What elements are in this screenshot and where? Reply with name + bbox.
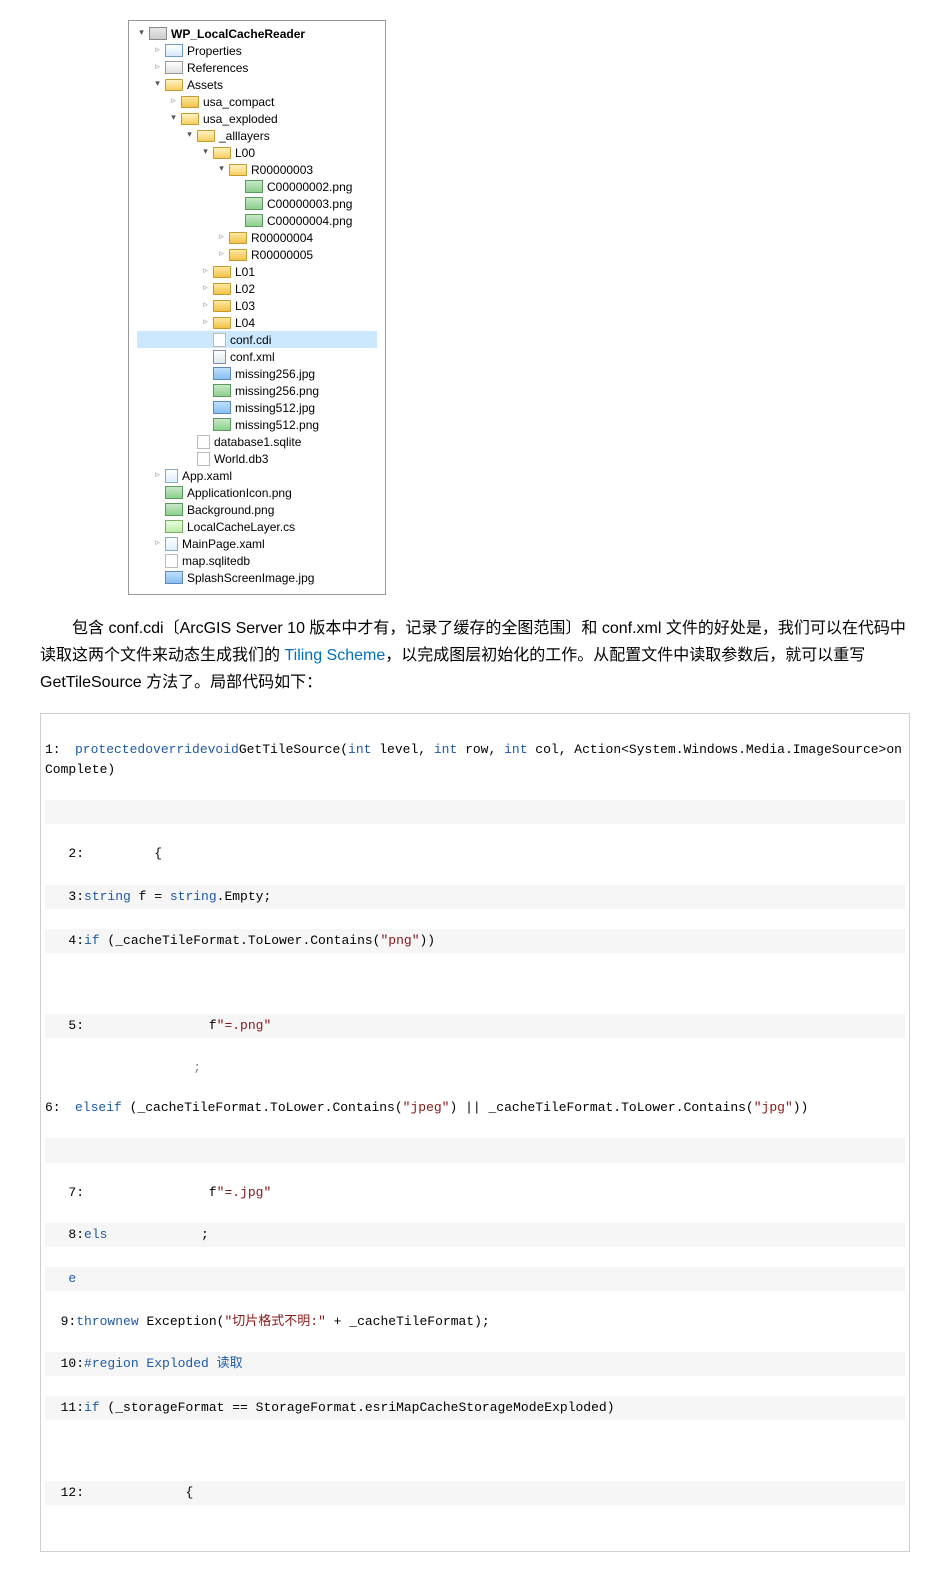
image-icon [245,197,263,210]
image-icon [213,401,231,414]
project-icon [149,27,167,40]
tree-folder[interactable]: L04 [137,314,377,331]
tree-properties[interactable]: Properties [137,42,377,59]
code-block: 1:protectedoverridevoidGetTileSource(int… [40,713,910,1552]
image-icon [213,418,231,431]
file-icon [197,435,210,449]
folder-icon [213,283,231,295]
tree-file[interactable]: conf.xml [137,348,377,365]
folder-icon [213,317,231,329]
tree-file[interactable]: C00000004.png [137,212,377,229]
image-icon [165,503,183,516]
tree-folder[interactable]: L03 [137,297,377,314]
file-icon [165,554,178,568]
file-icon [197,452,210,466]
tree-file[interactable]: missing512.jpg [137,399,377,416]
tree-file[interactable]: missing256.png [137,382,377,399]
tree-folder[interactable]: R00000005 [137,246,377,263]
tree-folder[interactable]: L02 [137,280,377,297]
tree-file[interactable]: SplashScreenImage.jpg [137,569,377,586]
tree-folder[interactable]: usa_compact [137,93,377,110]
tree-file[interactable]: map.sqlitedb [137,552,377,569]
wrench-icon [165,44,183,57]
file-icon [213,333,226,347]
csharp-icon [165,520,183,533]
image-icon [245,214,263,227]
tree-file[interactable]: missing256.jpg [137,365,377,382]
folder-icon [197,130,215,142]
folder-icon [213,300,231,312]
tree-file[interactable]: Background.png [137,501,377,518]
solution-explorer: WP_LocalCacheReader Properties Reference… [128,20,386,595]
tree-folder[interactable]: L01 [137,263,377,280]
image-icon [165,571,183,584]
tree-file[interactable]: ApplicationIcon.png [137,484,377,501]
xaml-icon [165,469,178,483]
tree-file[interactable]: C00000003.png [137,195,377,212]
folder-icon [181,113,199,125]
tree-folder[interactable]: R00000003 [137,161,377,178]
image-icon [213,384,231,397]
tree-folder[interactable]: R00000004 [137,229,377,246]
tree-folder[interactable]: L00 [137,144,377,161]
folder-icon [229,232,247,244]
tree-assets-folder[interactable]: Assets [137,76,377,93]
xaml-icon [165,537,178,551]
folder-icon [213,147,231,159]
article-paragraph: 包含 conf.cdi〔ArcGIS Server 10 版本中才有，记录了缓存… [40,615,910,697]
tree-folder[interactable]: _alllayers [137,127,377,144]
tree-file[interactable]: World.db3 [137,450,377,467]
folder-icon [229,164,247,176]
tree-file[interactable]: database1.sqlite [137,433,377,450]
tree-file-selected[interactable]: conf.cdi [137,331,377,348]
folder-icon [181,96,199,108]
folder-icon [213,266,231,278]
image-icon [245,180,263,193]
references-icon [165,61,183,74]
tree-folder[interactable]: usa_exploded [137,110,377,127]
tree-file[interactable]: LocalCacheLayer.cs [137,518,377,535]
xml-icon [213,350,226,364]
tree-references[interactable]: References [137,59,377,76]
tree-project-root[interactable]: WP_LocalCacheReader [137,25,377,42]
project-name: WP_LocalCacheReader [171,27,305,41]
tree-file[interactable]: missing512.png [137,416,377,433]
tree-file[interactable]: MainPage.xaml [137,535,377,552]
folder-icon [165,79,183,91]
tree-file[interactable]: C00000002.png [137,178,377,195]
image-icon [165,486,183,499]
folder-icon [229,249,247,261]
tree-file[interactable]: App.xaml [137,467,377,484]
image-icon [213,367,231,380]
tiling-scheme-link[interactable]: Tiling Scheme [284,647,385,664]
